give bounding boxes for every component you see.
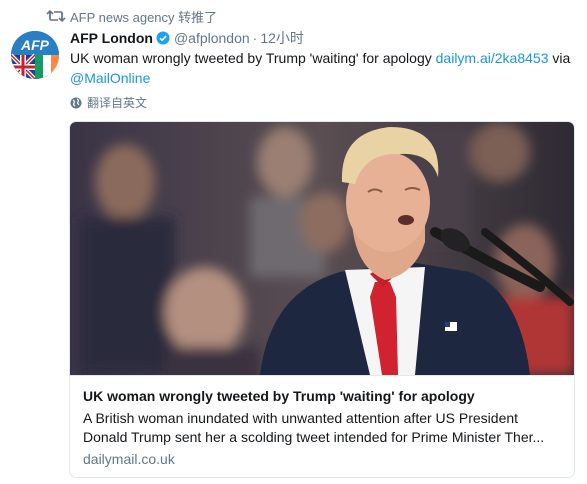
author-name[interactable]: AFP London (70, 30, 153, 46)
author-handle[interactable]: @afplondon (174, 30, 250, 46)
header-separator: · (252, 30, 258, 46)
translate-label: 翻译自英文 (87, 96, 148, 110)
globe-icon (70, 97, 82, 109)
avatar[interactable]: AFP (11, 31, 59, 79)
tweet-mention[interactable]: @MailOnline (70, 70, 150, 86)
tweet-link[interactable]: dailym.ai/2ka8453 (436, 50, 549, 66)
article-photo[interactable] (70, 122, 574, 375)
card-description: A British woman inundated with unwanted … (83, 410, 545, 445)
tweet-text-via: via (548, 50, 571, 66)
retweet-context: AFP news agency 转推了 (46, 6, 217, 26)
tweet-text: UK woman wrongly tweeted by Trump 'waiti… (70, 48, 580, 88)
card-title[interactable]: UK woman wrongly tweeted by Trump 'waiti… (83, 386, 561, 406)
retweet-context-text[interactable]: AFP news agency 转推了 (70, 7, 217, 26)
card-domain: dailymail.co.uk (83, 451, 175, 467)
verified-badge-icon (156, 31, 170, 45)
tweet-text-body: UK woman wrongly tweeted by Trump 'waiti… (70, 50, 436, 66)
tweet-timestamp[interactable]: 12小时 (260, 28, 304, 48)
avatar-logo-text: AFP (20, 37, 50, 53)
tweet-header: AFP London @afplondon · 12小时 (70, 28, 304, 48)
translate-link[interactable]: 翻译自英文 (70, 94, 147, 111)
card-body[interactable]: UK woman wrongly tweeted by Trump 'waiti… (70, 375, 574, 477)
link-card[interactable]: UK woman wrongly tweeted by Trump 'waiti… (69, 121, 575, 478)
retweet-icon (46, 9, 66, 23)
